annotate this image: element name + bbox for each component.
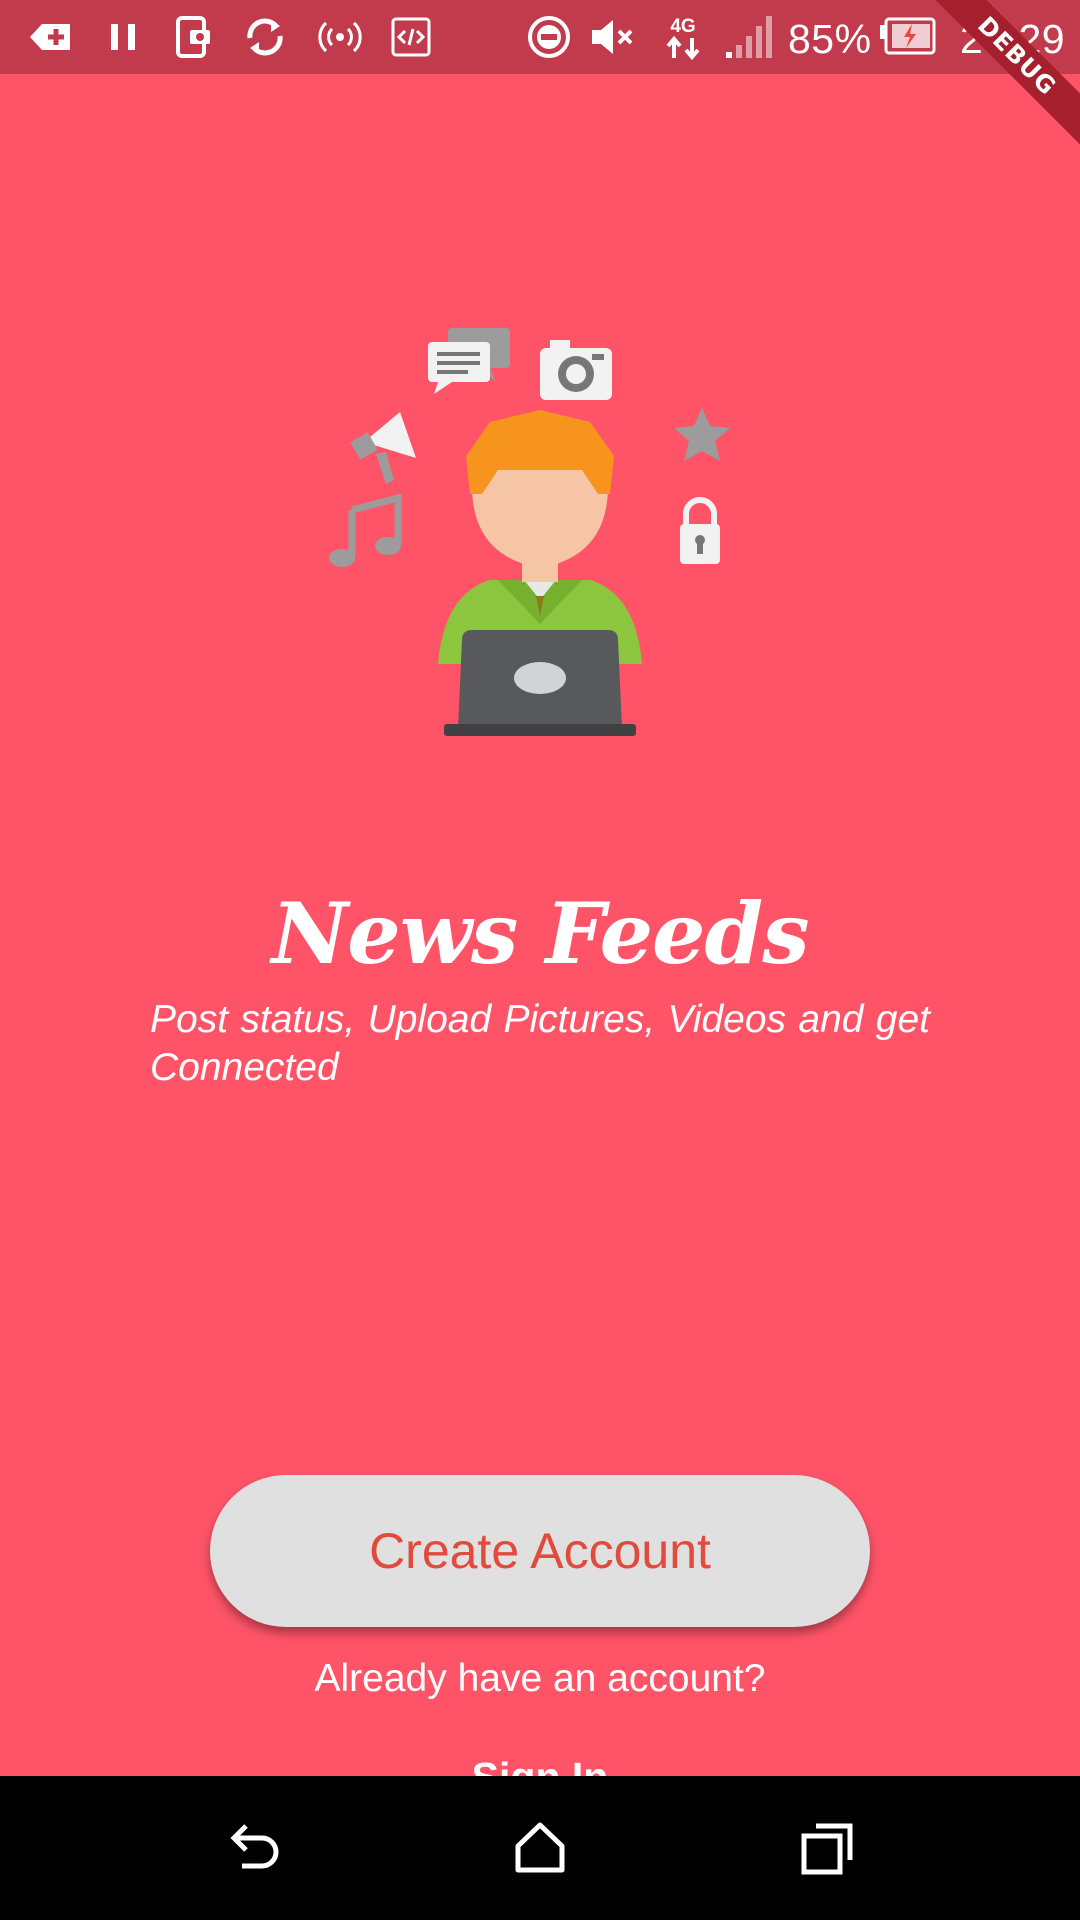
mute-icon (586, 12, 636, 62)
person-figure (438, 410, 642, 664)
music-icon (329, 493, 402, 567)
pause-icon (98, 12, 148, 62)
do-not-disturb-icon (524, 12, 574, 62)
svg-text:4G: 4G (670, 16, 695, 37)
sync-icon (240, 12, 290, 62)
back-icon[interactable] (222, 1816, 286, 1880)
code-icon (386, 12, 436, 62)
welcome-screen: News Feeds Post status, Upload Pictures,… (0, 74, 1080, 1800)
star-icon (674, 408, 730, 461)
home-icon[interactable] (508, 1816, 572, 1880)
app-subtitle: Post status, Upload Pictures, Videos and… (150, 998, 930, 1089)
status-bar: 4G 85% 20:29 DEBUG (0, 0, 1080, 158)
add-icon (26, 12, 76, 62)
already-have-account-text: Already have an account? (314, 1657, 766, 1700)
navigation-bar (0, 1776, 1080, 1920)
megaphone-icon (350, 412, 416, 484)
laptop-graphic (444, 630, 636, 736)
hotspot-icon (315, 12, 365, 62)
network-4g-icon: 4G (658, 12, 708, 62)
create-account-button[interactable]: Create Account (210, 1475, 870, 1627)
battery-percent: 85% (788, 16, 872, 62)
camera-icon (540, 340, 612, 400)
screenshot-icon (168, 12, 218, 62)
app-title: News Feeds (271, 884, 809, 983)
recents-icon[interactable] (796, 1816, 860, 1880)
news-feed-illustration (329, 328, 730, 736)
chat-icon (428, 328, 510, 394)
signal-icon (722, 12, 772, 62)
lock-icon (680, 497, 720, 564)
